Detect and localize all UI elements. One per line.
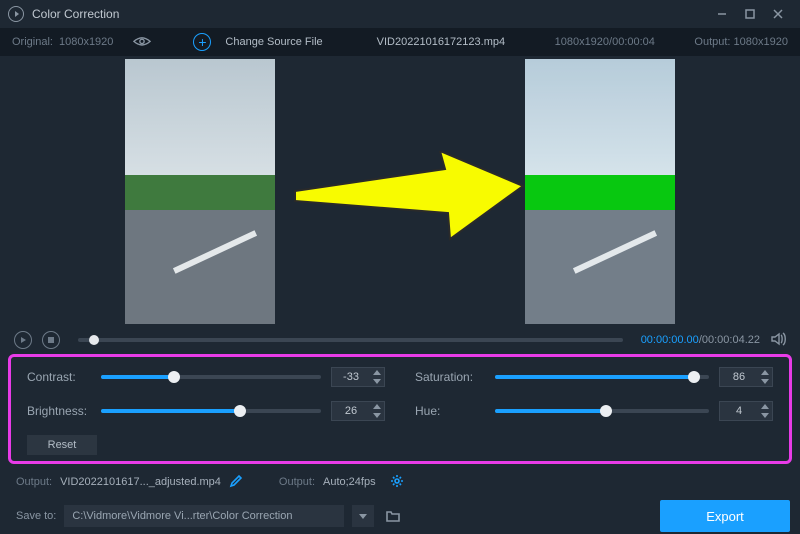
brightness-control: Brightness: 26 [27, 401, 385, 421]
comparison-arrow-icon [285, 151, 525, 241]
output-meta: Output: 1080x1920 [694, 36, 788, 48]
saturation-down[interactable] [758, 377, 772, 386]
hue-stepper[interactable]: 4 [719, 401, 773, 421]
contrast-stepper[interactable]: -33 [331, 367, 385, 387]
change-source-button[interactable]: Change Source File [225, 36, 322, 48]
edit-filename-button[interactable] [229, 474, 243, 491]
brightness-stepper[interactable]: 26 [331, 401, 385, 421]
preview-area [0, 56, 800, 326]
contrast-slider[interactable] [101, 375, 321, 379]
contrast-up[interactable] [370, 368, 384, 377]
brightness-down[interactable] [370, 411, 384, 420]
timeline-slider[interactable] [78, 338, 623, 342]
original-resolution: 1080x1920 [59, 36, 113, 48]
save-path-dropdown[interactable] [352, 505, 374, 527]
volume-button[interactable] [770, 331, 786, 350]
save-row: Save to: C:\Vidmore\Vidmore Vi...rter\Co… [0, 498, 800, 534]
contrast-control: Contrast: -33 [27, 367, 385, 387]
preview-original [125, 59, 275, 324]
saturation-up[interactable] [758, 368, 772, 377]
contrast-down[interactable] [370, 377, 384, 386]
saturation-label: Saturation: [415, 370, 485, 384]
preview-toggle-icon[interactable] [133, 36, 151, 48]
close-button[interactable] [764, 4, 792, 24]
save-path-field[interactable]: C:\Vidmore\Vidmore Vi...rter\Color Corre… [64, 505, 344, 527]
output-file-label: Output: [16, 476, 52, 488]
hue-label: Hue: [415, 404, 485, 418]
maximize-button[interactable] [736, 4, 764, 24]
window-title: Color Correction [32, 7, 119, 21]
output-format: Auto;24fps [323, 476, 376, 488]
open-folder-button[interactable] [382, 505, 404, 527]
play-button[interactable] [14, 331, 32, 349]
title-bar: Color Correction [0, 0, 800, 28]
time-display: 00:00:00.00/00:00:04.22 [641, 334, 760, 346]
hue-down[interactable] [758, 411, 772, 420]
app-logo-icon [8, 6, 24, 22]
saturation-control: Saturation: 86 [415, 367, 773, 387]
source-filename: VID20221016172123.mp4 [377, 36, 505, 48]
hue-up[interactable] [758, 402, 772, 411]
source-meta: 1080x1920/00:00:04 [555, 36, 655, 48]
preview-adjusted [525, 59, 675, 324]
brightness-label: Brightness: [27, 404, 91, 418]
info-bar: Original: 1080x1920 + Change Source File… [0, 28, 800, 56]
save-to-label: Save to: [16, 510, 56, 522]
output-format-label: Output: [279, 476, 315, 488]
add-source-button[interactable]: + [193, 33, 211, 51]
stop-button[interactable] [42, 331, 60, 349]
output-filename: VID2022101617..._adjusted.mp4 [60, 476, 221, 488]
minimize-button[interactable] [708, 4, 736, 24]
saturation-stepper[interactable]: 86 [719, 367, 773, 387]
export-button[interactable]: Export [660, 500, 790, 532]
contrast-label: Contrast: [27, 370, 91, 384]
output-row: Output: VID2022101617..._adjusted.mp4 Ou… [0, 470, 800, 494]
original-label: Original: [12, 36, 53, 48]
playback-bar: 00:00:00.00/00:00:04.22 [0, 326, 800, 354]
brightness-up[interactable] [370, 402, 384, 411]
reset-button[interactable]: Reset [27, 435, 97, 455]
brightness-slider[interactable] [101, 409, 321, 413]
color-adjust-panel: Contrast: -33 Saturation: 86 Brightness:… [8, 354, 792, 464]
hue-control: Hue: 4 [415, 401, 773, 421]
saturation-slider[interactable] [495, 375, 709, 379]
hue-slider[interactable] [495, 409, 709, 413]
output-settings-button[interactable] [390, 474, 404, 491]
